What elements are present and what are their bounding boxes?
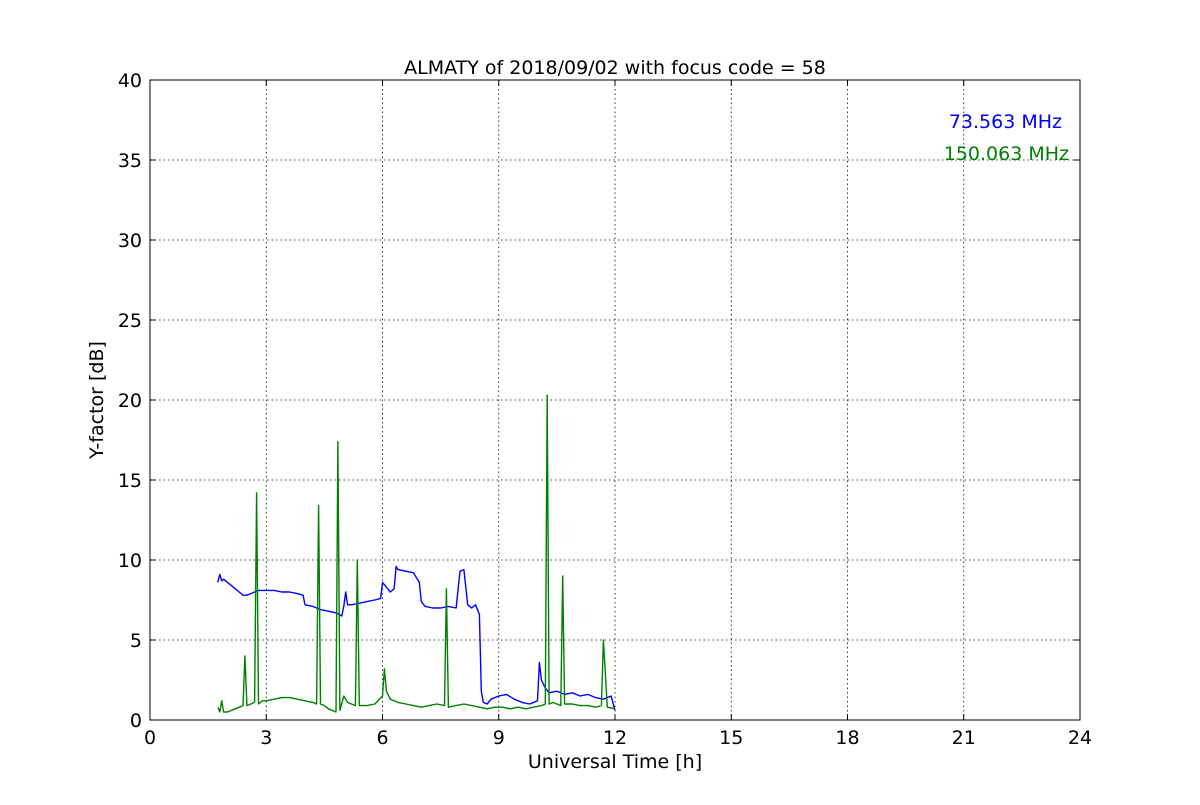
- y-tick-label: 35: [118, 150, 142, 172]
- x-tick-label: 6: [376, 727, 388, 749]
- x-tick-label: 18: [835, 727, 859, 749]
- legend-entry-73-563-mhz: 73.563 MHz: [949, 111, 1062, 133]
- x-axis-label: Universal Time [h]: [528, 751, 702, 773]
- y-tick-label: 40: [118, 70, 142, 92]
- x-tick-label: 0: [144, 727, 156, 749]
- x-tick-label: 12: [603, 727, 627, 749]
- y-tick-label: 0: [130, 710, 142, 732]
- y-tick-label: 20: [118, 390, 142, 412]
- y-tick-label: 10: [118, 550, 142, 572]
- x-tick-label: 21: [952, 727, 976, 749]
- y-tick-label: 25: [118, 310, 142, 332]
- y-tick-label: 5: [130, 630, 142, 652]
- chart-title: ALMATY of 2018/09/02 with focus code = 5…: [404, 57, 826, 79]
- chart-container: 0 3 6 9 12 15 18 21 24 0 5 10 15 20 25 30 35 40 73.563 MH…: [0, 0, 1200, 800]
- x-tick-label: 24: [1068, 727, 1092, 749]
- x-tick-label: 15: [719, 727, 743, 749]
- x-tick-label: 3: [260, 727, 272, 749]
- y-tick-label: 15: [118, 470, 142, 492]
- legend-entry-150-063-mhz: 150.063 MHz: [944, 143, 1069, 165]
- chart-svg: 0 3 6 9 12 15 18 21 24 0 5 10 15 20 25 30 35 40 73.563 MH…: [0, 0, 1200, 800]
- y-tick-label: 30: [118, 230, 142, 252]
- x-tick-label: 9: [493, 727, 505, 749]
- y-axis-label: Y-factor [dB]: [86, 341, 108, 460]
